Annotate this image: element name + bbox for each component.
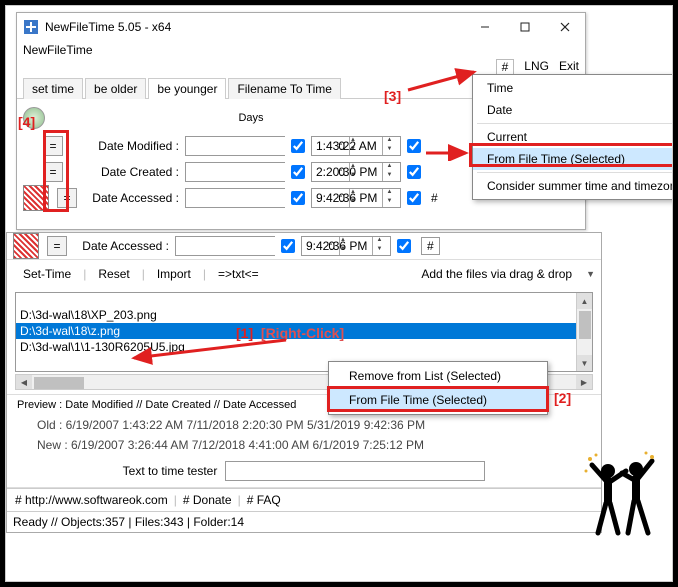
label-created: Date Created :: [69, 165, 179, 179]
chk-time-modified[interactable]: [291, 139, 305, 153]
tester-label: Text to time tester: [123, 464, 218, 478]
scroll-up-icon[interactable]: ▲: [577, 293, 592, 309]
menu-newfiletime[interactable]: NewFileTime: [23, 43, 93, 57]
days-column-header: Days: [201, 112, 301, 124]
close-button[interactable]: [545, 13, 585, 41]
footer-url[interactable]: # http://www.softwareok.com: [15, 493, 168, 507]
dropdown-date[interactable]: Date: [473, 99, 673, 121]
file-list[interactable]: D:\3d-wal\18\XP_203.png D:\3d-wal\18\z.p…: [15, 292, 593, 372]
list-item[interactable]: D:\3d-wal\18\z.png: [16, 323, 592, 339]
minimize-button[interactable]: [465, 13, 505, 41]
list-item[interactable]: D:\3d-wal\18\XP_203.png: [16, 307, 592, 323]
v-scrollbar[interactable]: ▲ ▼: [576, 293, 592, 371]
ctx-remove[interactable]: Remove from List (Selected): [329, 364, 547, 388]
eq-button-dup[interactable]: =: [47, 236, 67, 256]
eq-button-created[interactable]: =: [43, 162, 63, 182]
scroll-right-icon[interactable]: ▶: [576, 375, 592, 389]
chevron-down-icon[interactable]: ▼: [586, 269, 595, 279]
tab-be-older[interactable]: be older: [85, 78, 146, 99]
footer-donate[interactable]: # Donate: [183, 493, 232, 507]
import-button[interactable]: Import: [147, 264, 201, 284]
hscroll-thumb[interactable]: [34, 377, 84, 389]
time-input-accessed[interactable]: 9:42:36 PM▲▼: [311, 188, 401, 208]
window-title: NewFileTime 5.05 - x64: [45, 20, 171, 34]
hash-menu-button[interactable]: #: [496, 59, 515, 75]
time-input-modified[interactable]: 1:43:22 AM▲▼: [311, 136, 401, 156]
tester-row: Text to time tester: [7, 455, 601, 487]
dropdown-from-file-time[interactable]: From File Time (Selected): [473, 148, 673, 170]
exit-link[interactable]: Exit: [559, 59, 579, 75]
hash-label: #: [431, 191, 438, 205]
tab-filename-to-time[interactable]: Filename To Time: [228, 78, 340, 99]
preview-new: New : 6/19/2007 3:26:44 AM 7/12/2018 4:4…: [7, 435, 601, 455]
chk-dup2[interactable]: [397, 239, 411, 253]
chk2-modified[interactable]: [407, 139, 421, 153]
days-input-modified[interactable]: ▲▼: [185, 136, 285, 156]
footer-faq[interactable]: # FAQ: [247, 493, 281, 507]
hash-dropdown: Time Date Current From File Time (Select…: [472, 74, 673, 200]
tab-be-younger[interactable]: be younger: [148, 78, 226, 99]
row-accessed-dup: = Date Accessed : ▲▼ 9:42:36 PM▲▼ #: [7, 233, 601, 259]
scroll-down-icon[interactable]: ▼: [577, 355, 592, 371]
time-input-dup[interactable]: 9:42:36 PM▲▼: [301, 236, 391, 256]
calendar-icon[interactable]: [23, 185, 49, 211]
days-input-dup[interactable]: ▲▼: [175, 236, 275, 256]
time-spinner-dup[interactable]: ▲▼: [372, 237, 386, 255]
eq-button-accessed[interactable]: =: [57, 188, 77, 208]
clock-icon[interactable]: [23, 107, 45, 129]
time-spinner-modified[interactable]: ▲▼: [382, 137, 396, 155]
hash-button[interactable]: #: [421, 237, 440, 255]
set-time-button[interactable]: Set-Time: [13, 264, 81, 284]
scroll-left-icon[interactable]: ◀: [16, 375, 32, 389]
label-accessed: Date Accessed :: [83, 191, 179, 205]
titlebar: NewFileTime 5.05 - x64: [17, 13, 585, 41]
preview-old: Old : 6/19/2007 1:43:22 AM 7/11/2018 2:2…: [7, 415, 601, 435]
menubar: NewFileTime: [17, 41, 585, 59]
list-item[interactable]: D:\3d-wal\1\1-130R6205U5.jpg: [16, 339, 592, 355]
dropdown-current[interactable]: Current: [473, 126, 673, 148]
tab-set-time[interactable]: set time: [23, 78, 83, 99]
ctx-from-file-time[interactable]: From File Time (Selected): [329, 388, 547, 412]
chk-dup1[interactable]: [281, 239, 295, 253]
statusbar: Ready // Objects:357 | Files:343 | Folde…: [7, 511, 601, 532]
maximize-button[interactable]: [505, 13, 545, 41]
time-input-created[interactable]: 2:20:30 PM▲▼: [311, 162, 401, 182]
dropdown-time[interactable]: Time: [473, 77, 673, 99]
scroll-thumb[interactable]: [579, 311, 591, 339]
label-modified: Date Modified :: [69, 139, 179, 153]
reset-button[interactable]: Reset: [88, 264, 139, 284]
dancers-icon: [582, 451, 662, 551]
chk2-accessed[interactable]: [407, 191, 421, 205]
lng-link[interactable]: LNG: [524, 59, 549, 75]
chk2-created[interactable]: [407, 165, 421, 179]
label-accessed-dup: Date Accessed :: [73, 239, 169, 253]
drag-drop-label[interactable]: Add the files via drag & drop: [411, 264, 582, 284]
app-icon: [23, 19, 39, 35]
eq-button-modified[interactable]: =: [43, 136, 63, 156]
footer-links: # http://www.softwareok.com| # Donate| #…: [7, 488, 601, 511]
dropdown-summer-time[interactable]: Consider summer time and timezone: [473, 175, 673, 197]
calendar-icon-dup[interactable]: [13, 233, 39, 259]
txt-button[interactable]: =>txt<=: [208, 264, 269, 284]
toolbar2: Set-Time| Reset| Import| =>txt<= Add the…: [7, 260, 601, 288]
context-menu: Remove from List (Selected) From File Ti…: [328, 361, 548, 415]
chk-time-created[interactable]: [291, 165, 305, 179]
chk-time-accessed[interactable]: [291, 191, 305, 205]
time-spinner-created[interactable]: ▲▼: [382, 163, 396, 181]
days-input-created[interactable]: ▲▼: [185, 162, 285, 182]
time-spinner-accessed[interactable]: ▲▼: [382, 189, 396, 207]
tester-input[interactable]: [225, 461, 485, 481]
days-input-accessed[interactable]: ▲▼: [185, 188, 285, 208]
